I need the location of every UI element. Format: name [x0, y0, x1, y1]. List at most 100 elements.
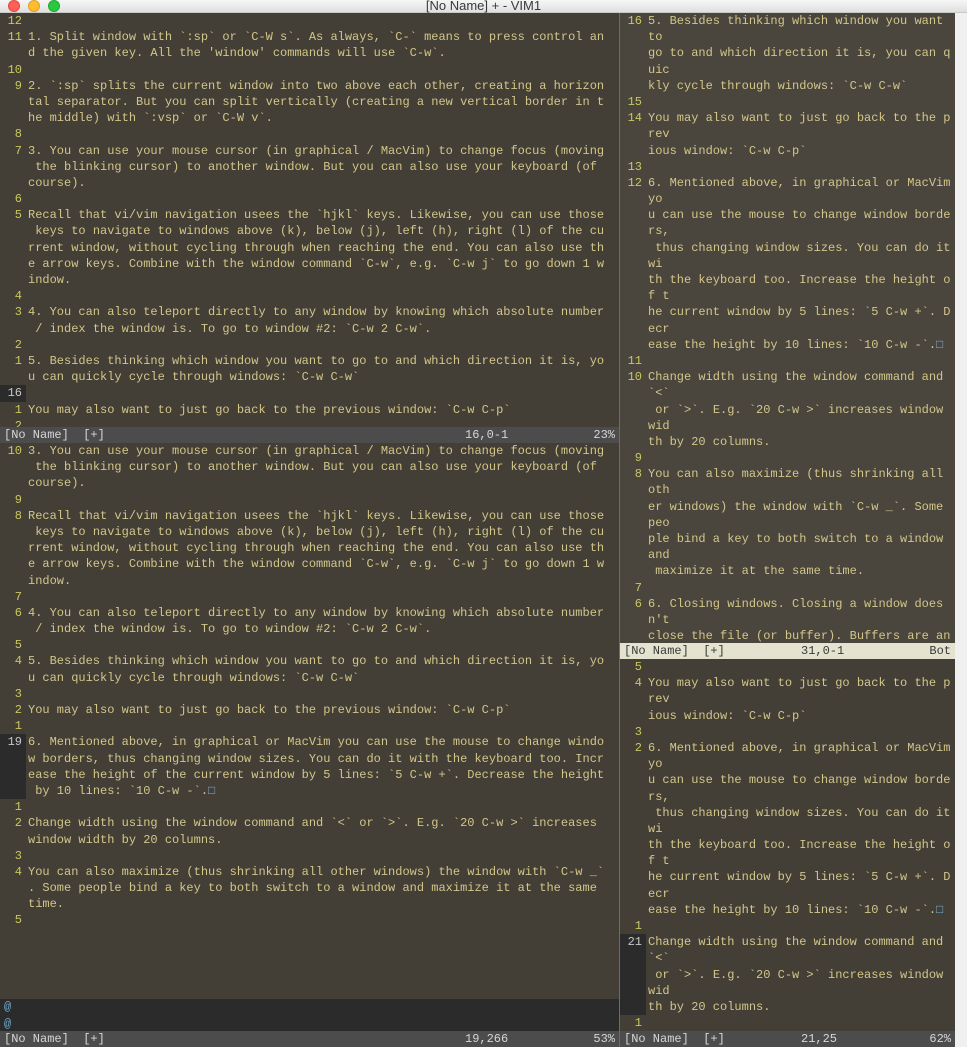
editor-line[interactable]: 4You may also want to just go back to th…: [620, 675, 953, 707]
editor-line[interactable]: u can use the mouse to change window bor…: [620, 207, 953, 239]
line-text[interactable]: 6. Mentioned above, in graphical or MacV…: [26, 734, 617, 750]
line-text[interactable]: by 10 lines: `10 C-w -`.□: [26, 783, 617, 799]
editor-line[interactable]: 21Change width using the window command …: [620, 934, 953, 966]
editor-line[interactable]: 14You may also want to just go back to t…: [620, 110, 953, 142]
line-text[interactable]: You can also maximize (thus shrinking al…: [646, 466, 953, 498]
editor-line[interactable]: 103. You can use your mouse cursor (in g…: [0, 443, 617, 459]
line-text[interactable]: Change width using the window command an…: [646, 934, 953, 966]
line-text[interactable]: Recall that vi/vim navigation usees the …: [26, 508, 617, 524]
editor-line[interactable]: the blinking cursor) to another window. …: [0, 159, 617, 175]
text-area[interactable]: 103. You can use your mouse cursor (in g…: [0, 443, 619, 999]
line-text[interactable]: [646, 1015, 953, 1031]
editor-line[interactable]: d the given key. All the 'window' comman…: [0, 45, 617, 61]
editor-line[interactable]: 1: [0, 799, 617, 815]
line-text[interactable]: 6. Mentioned above, in graphical or MacV…: [646, 175, 953, 207]
line-text[interactable]: You can also maximize (thus shrinking al…: [26, 864, 617, 880]
editor-line[interactable]: thus changing window sizes. You can do i…: [620, 240, 953, 272]
pane-bottom-right[interactable]: 54You may also want to just go back to t…: [620, 659, 955, 1047]
editor-line[interactable]: he current window by 5 lines: `5 C-w +`.…: [620, 869, 953, 901]
line-text[interactable]: keys to navigate to windows above (k), b…: [26, 524, 617, 540]
editor-line[interactable]: w borders, thus changing window sizes. Y…: [0, 751, 617, 767]
editor-line[interactable]: indow.: [0, 272, 617, 288]
line-text[interactable]: the blinking cursor) to another window. …: [26, 459, 617, 475]
editor-line[interactable]: go to and which direction it is, you can…: [620, 45, 953, 77]
line-text[interactable]: rrent window, without cycling through wh…: [26, 540, 617, 556]
line-text[interactable]: [646, 159, 953, 175]
editor-line[interactable]: 3: [0, 686, 617, 702]
line-text[interactable]: [26, 62, 617, 78]
line-text[interactable]: You may also want to just go back to the…: [26, 702, 617, 718]
editor-line[interactable]: ease the height of the current window by…: [0, 767, 617, 783]
editor-line[interactable]: e arrow keys. Combine with the window co…: [0, 256, 617, 272]
line-text[interactable]: indow.: [26, 573, 617, 589]
line-text[interactable]: time.: [26, 896, 617, 912]
line-text[interactable]: [26, 686, 617, 702]
editor-line[interactable]: tal separator. But you can split vertica…: [0, 94, 617, 110]
line-text[interactable]: d the given key. All the 'window' comman…: [26, 45, 617, 61]
line-text[interactable]: [26, 492, 617, 508]
line-text[interactable]: . Some people bind a key to both switch …: [26, 880, 617, 896]
editor-line[interactable]: 8You can also maximize (thus shrinking a…: [620, 466, 953, 498]
editor-line[interactable]: u can quickly cycle through windows: `C-…: [0, 670, 617, 686]
editor-line[interactable]: course).: [0, 175, 617, 191]
editor-line[interactable]: 3: [0, 848, 617, 864]
editor-line[interactable]: th the keyboard too. Increase the height…: [620, 272, 953, 304]
editor-line[interactable]: 1: [0, 718, 617, 734]
line-text[interactable]: [26, 13, 617, 29]
line-text[interactable]: e arrow keys. Combine with the window co…: [26, 256, 617, 272]
line-text[interactable]: [646, 94, 953, 110]
editor-line[interactable]: 15: [620, 94, 953, 110]
line-text[interactable]: [26, 637, 617, 653]
line-text[interactable]: thus changing window sizes. You can do i…: [646, 240, 953, 272]
line-text[interactable]: ple bind a key to both switch to a windo…: [646, 531, 953, 563]
editor-line[interactable]: 10Change width using the window command …: [620, 369, 953, 401]
line-text[interactable]: You may also want to just go back to the…: [26, 402, 617, 418]
line-text[interactable]: 4. You can also teleport directly to any…: [26, 304, 617, 320]
editor-line[interactable]: 1: [620, 1015, 953, 1031]
editor-line[interactable]: th by 20 columns.: [620, 434, 953, 450]
editor-line[interactable]: 165. Besides thinking which window you w…: [620, 13, 953, 45]
line-text[interactable]: u can use the mouse to change window bor…: [646, 207, 953, 239]
line-text[interactable]: tal separator. But you can split vertica…: [26, 94, 617, 110]
editor-line[interactable]: 26. Mentioned above, in graphical or Mac…: [620, 740, 953, 772]
line-text[interactable]: [26, 718, 617, 734]
editor-line[interactable]: 4You can also maximize (thus shrinking a…: [0, 864, 617, 880]
editor-line[interactable]: . Some people bind a key to both switch …: [0, 880, 617, 896]
line-text[interactable]: 1. Split window with `:sp` or `C-W s`. A…: [26, 29, 617, 45]
line-text[interactable]: [26, 912, 617, 928]
line-text[interactable]: course).: [26, 175, 617, 191]
line-text[interactable]: 5. Besides thinking which window you wan…: [26, 653, 617, 669]
editor-line[interactable]: 64. You can also teleport directly to an…: [0, 605, 617, 621]
editor-line[interactable]: 73. You can use your mouse cursor (in gr…: [0, 143, 617, 159]
editor-line[interactable]: ious window: `C-w C-p`: [620, 708, 953, 724]
editor-line[interactable]: 6: [0, 191, 617, 207]
line-text[interactable]: u can quickly cycle through windows: `C-…: [26, 369, 617, 385]
line-text[interactable]: [26, 589, 617, 605]
line-text[interactable]: rrent window, without cycling through wh…: [26, 240, 617, 256]
line-text[interactable]: 3. You can use your mouse cursor (in gra…: [26, 443, 617, 459]
editor-line[interactable]: rrent window, without cycling through wh…: [0, 240, 617, 256]
editor-line[interactable]: ious window: `C-w C-p`: [620, 143, 953, 159]
editor-line[interactable]: 8Recall that vi/vim navigation usees the…: [0, 508, 617, 524]
editor-line[interactable]: 13: [620, 159, 953, 175]
line-text[interactable]: Change width using the window command an…: [646, 369, 953, 401]
line-text[interactable]: 3. You can use your mouse cursor (in gra…: [26, 143, 617, 159]
text-area[interactable]: 12111. Split window with `:sp` or `C-W s…: [0, 13, 619, 427]
editor-line[interactable]: / index the window is. To go to window #…: [0, 321, 617, 337]
line-text[interactable]: kly cycle through windows: `C-w C-w`: [646, 78, 953, 94]
editor-line[interactable]: keys to navigate to windows above (k), b…: [0, 223, 617, 239]
line-text[interactable]: thus changing window sizes. You can do i…: [646, 805, 953, 837]
line-text[interactable]: [26, 337, 617, 353]
line-text[interactable]: 4. You can also teleport directly to any…: [26, 605, 617, 621]
pane-bottom-left[interactable]: 103. You can use your mouse cursor (in g…: [0, 443, 619, 1047]
editor-line[interactable]: 92. `:sp` splits the current window into…: [0, 78, 617, 94]
editor-line[interactable]: u can quickly cycle through windows: `C-…: [0, 369, 617, 385]
line-text[interactable]: [646, 918, 953, 934]
line-text[interactable]: keys to navigate to windows above (k), b…: [26, 223, 617, 239]
editor-line[interactable]: / index the window is. To go to window #…: [0, 621, 617, 637]
line-text[interactable]: [646, 353, 953, 369]
editor-line[interactable]: indow.: [0, 573, 617, 589]
line-text[interactable]: 5. Besides thinking which window you wan…: [26, 353, 617, 369]
editor-line[interactable]: course).: [0, 475, 617, 491]
editor-line[interactable]: th the keyboard too. Increase the height…: [620, 837, 953, 869]
